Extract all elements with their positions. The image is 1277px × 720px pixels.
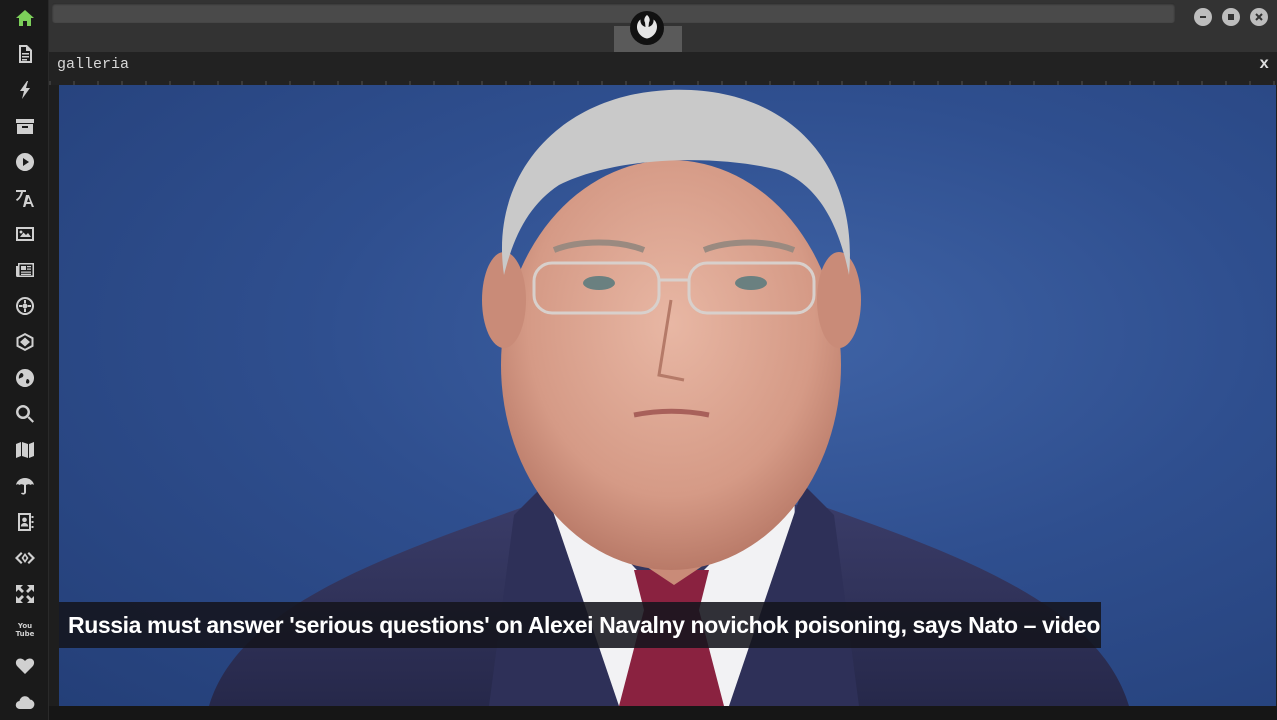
panel-title: galleria	[57, 56, 130, 73]
bottom-strip	[49, 706, 1277, 720]
address-book-icon[interactable]	[12, 509, 38, 535]
rebel-alliance-icon[interactable]	[627, 8, 667, 48]
code-icon[interactable]	[12, 545, 38, 571]
image-caption: Russia must answer 'serious questions' o…	[59, 602, 1101, 648]
play-circle-icon[interactable]	[12, 149, 38, 175]
document-icon[interactable]	[12, 41, 38, 67]
top-bar	[49, 0, 1277, 52]
expand-icon[interactable]	[12, 581, 38, 607]
panel-close-button[interactable]: x	[1259, 55, 1269, 73]
address-bar[interactable]	[52, 3, 1175, 23]
newspaper-icon[interactable]	[12, 257, 38, 283]
globe-icon[interactable]	[12, 365, 38, 391]
cloud-icon[interactable]	[12, 689, 38, 715]
search-icon[interactable]	[12, 401, 38, 427]
archive-icon[interactable]	[12, 113, 38, 139]
gallery-panel-header: galleria x	[49, 52, 1277, 85]
caption-text: Russia must answer 'serious questions' o…	[68, 611, 1101, 638]
sidebar: You Tube	[0, 0, 49, 720]
maximize-button[interactable]	[1222, 8, 1240, 26]
image-icon[interactable]	[12, 221, 38, 247]
translate-icon[interactable]	[12, 185, 38, 211]
maximize-icon	[1228, 14, 1234, 20]
empire-icon[interactable]	[12, 293, 38, 319]
youtube-icon[interactable]: You Tube	[12, 617, 38, 643]
minimize-icon	[1200, 16, 1206, 18]
close-button[interactable]	[1250, 8, 1268, 26]
close-icon	[1255, 13, 1263, 21]
hexagon-icon[interactable]	[12, 329, 38, 355]
heart-icon[interactable]	[12, 653, 38, 679]
map-icon[interactable]	[12, 437, 38, 463]
minimize-button[interactable]	[1194, 8, 1212, 26]
umbrella-icon[interactable]	[12, 473, 38, 499]
lightning-icon[interactable]	[12, 77, 38, 103]
home-icon[interactable]	[12, 5, 38, 31]
youtube-tube: Tube	[15, 630, 35, 638]
youtube-you: You	[17, 622, 33, 630]
